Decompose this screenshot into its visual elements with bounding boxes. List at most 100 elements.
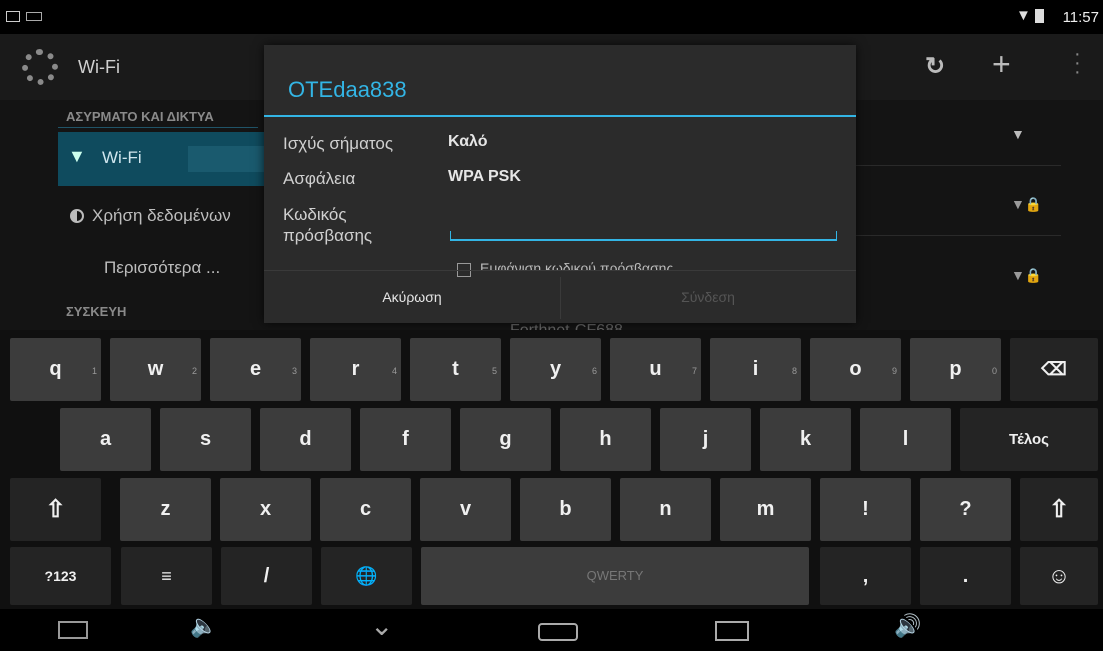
key-label: o [849,358,862,380]
key-hint: 8 [791,366,797,376]
dialog-button-bar: Ακύρωση Σύνδεση [264,270,856,324]
dialog-title: OTEdaa838 [288,77,407,102]
key-hint: 5 [491,366,497,376]
space-key[interactable]: QWERTY [421,547,809,605]
key-b[interactable]: b [520,478,611,541]
key-h[interactable]: h [560,408,651,471]
key-w[interactable]: w2 [110,338,201,401]
signal-strength-value: Καλό [448,133,488,150]
key-o[interactable]: o9 [810,338,901,401]
key-hint: 7 [691,366,697,376]
key-hint: 3 [291,366,297,376]
key-g[interactable]: g [460,408,551,471]
divider [856,235,1061,236]
key-hint: 6 [591,366,597,376]
soft-keyboard: q 1 w 2 e 3 r 4 t 5 y 6 u 7 i 8 o 9 p 0 ⌫ a s d f g h j k l Τέλος ⇧ z x c v… [0,330,1103,609]
key-label: i [752,358,759,380]
key-question[interactable]: ? [920,478,1011,541]
section-header-wireless: ΑΣΥΡΜΑΤΟ ΚΑΙ ΔΙΚΤΥΑ [66,109,214,124]
data-usage-icon [70,209,84,223]
key-y[interactable]: y6 [510,338,601,401]
security-label: Ασφάλεια [283,169,356,188]
key-hint: 9 [891,366,897,376]
globe-icon: 🌐 [355,566,378,586]
done-key[interactable]: Τέλος [960,408,1098,471]
volume-up-icon[interactable]: 🔊 [894,613,921,639]
key-l[interactable]: l [860,408,951,471]
key-label: p [949,358,962,380]
key-j[interactable]: j [660,408,751,471]
key-label: q [49,358,62,380]
key-c[interactable]: c [320,478,411,541]
shift-key-right[interactable]: ⇧ [1020,478,1098,541]
key-x[interactable]: x [220,478,311,541]
back-icon[interactable]: ⌄ [370,609,393,642]
key-d[interactable]: d [260,408,351,471]
key-i[interactable]: i8 [710,338,801,401]
wifi-connect-dialog: OTEdaa838 Ισχύς σήματος Καλό Ασφάλεια WP… [264,45,856,323]
add-network-icon[interactable]: + [992,46,1011,83]
recent-apps-icon[interactable] [715,621,749,641]
key-label: t [452,358,459,380]
key-e[interactable]: e3 [210,338,301,401]
section-header-device: ΣΥΣΚΕΥΗ [66,304,127,319]
backspace-key[interactable]: ⌫ [1010,338,1098,401]
key-label: e [249,358,262,380]
connect-button[interactable]: Σύνδεση [560,271,856,324]
key-u[interactable]: u7 [610,338,701,401]
key-hint: 1 [91,366,97,376]
key-exclamation[interactable]: ! [820,478,911,541]
key-label: w [147,358,164,380]
smiley-icon: ☺ [1047,563,1071,588]
backspace-icon: ⌫ [1041,359,1067,379]
key-hint: 0 [991,366,997,376]
password-label-line2: πρόσβασης [283,226,373,245]
key-f[interactable]: f [360,408,451,471]
settings-gear-icon[interactable] [22,49,58,85]
key-t[interactable]: t5 [410,338,501,401]
language-key[interactable]: 🌐 [321,547,412,605]
settings-key[interactable]: ≡ [121,547,212,605]
divider [58,127,258,128]
shift-key-left[interactable]: ⇧ [10,478,101,541]
keyboard-notification-icon [26,12,42,21]
key-label: r [351,358,360,380]
wifi-icon: ▼ [68,146,86,166]
shift-icon: ⇧ [45,496,66,523]
wps-refresh-icon[interactable]: ↻ [925,52,945,81]
key-comma[interactable]: , [820,547,911,605]
key-hint: 4 [391,366,397,376]
show-password-label: Εμφάνιση κωδικού πρόσβασης [480,260,674,270]
key-r[interactable]: r4 [310,338,401,401]
locked-network-icon: ▼🔒 [1011,267,1043,283]
key-q[interactable]: q1 [10,338,101,401]
divider [856,165,1061,166]
password-field[interactable] [450,231,837,241]
security-value: WPA PSK [448,168,521,185]
sidebar-item-wifi[interactable]: ▼ Wi-Fi [58,132,288,186]
cancel-button[interactable]: Ακύρωση [264,271,560,324]
sidebar-item-more[interactable]: Περισσότερα ... [104,258,220,278]
key-z[interactable]: z [120,478,211,541]
locked-network-icon: ▼🔒 [1011,196,1043,212]
overflow-menu-icon[interactable]: · · · [1074,44,1081,82]
key-m[interactable]: m [720,478,811,541]
settings-sliders-icon: ≡ [161,566,172,586]
key-s[interactable]: s [160,408,251,471]
emoji-key[interactable]: ☺ [1020,547,1098,605]
key-n[interactable]: n [620,478,711,541]
key-slash[interactable]: / [221,547,312,605]
sidebar-item-label: Wi-Fi [102,148,142,167]
password-label: Κωδικός [283,205,347,224]
key-k[interactable]: k [760,408,851,471]
key-p[interactable]: p0 [910,338,1001,401]
screenshot-button-icon[interactable] [58,621,88,639]
key-a[interactable]: a [60,408,151,471]
page-title: Wi-Fi [78,57,120,77]
sidebar-item-data-usage[interactable]: Χρήση δεδομένων [92,206,231,226]
symbols-key[interactable]: ?123 [10,547,111,605]
volume-down-icon[interactable]: 🔈 [190,613,217,639]
key-v[interactable]: v [420,478,511,541]
home-icon[interactable] [538,623,578,641]
key-period[interactable]: . [920,547,1011,605]
